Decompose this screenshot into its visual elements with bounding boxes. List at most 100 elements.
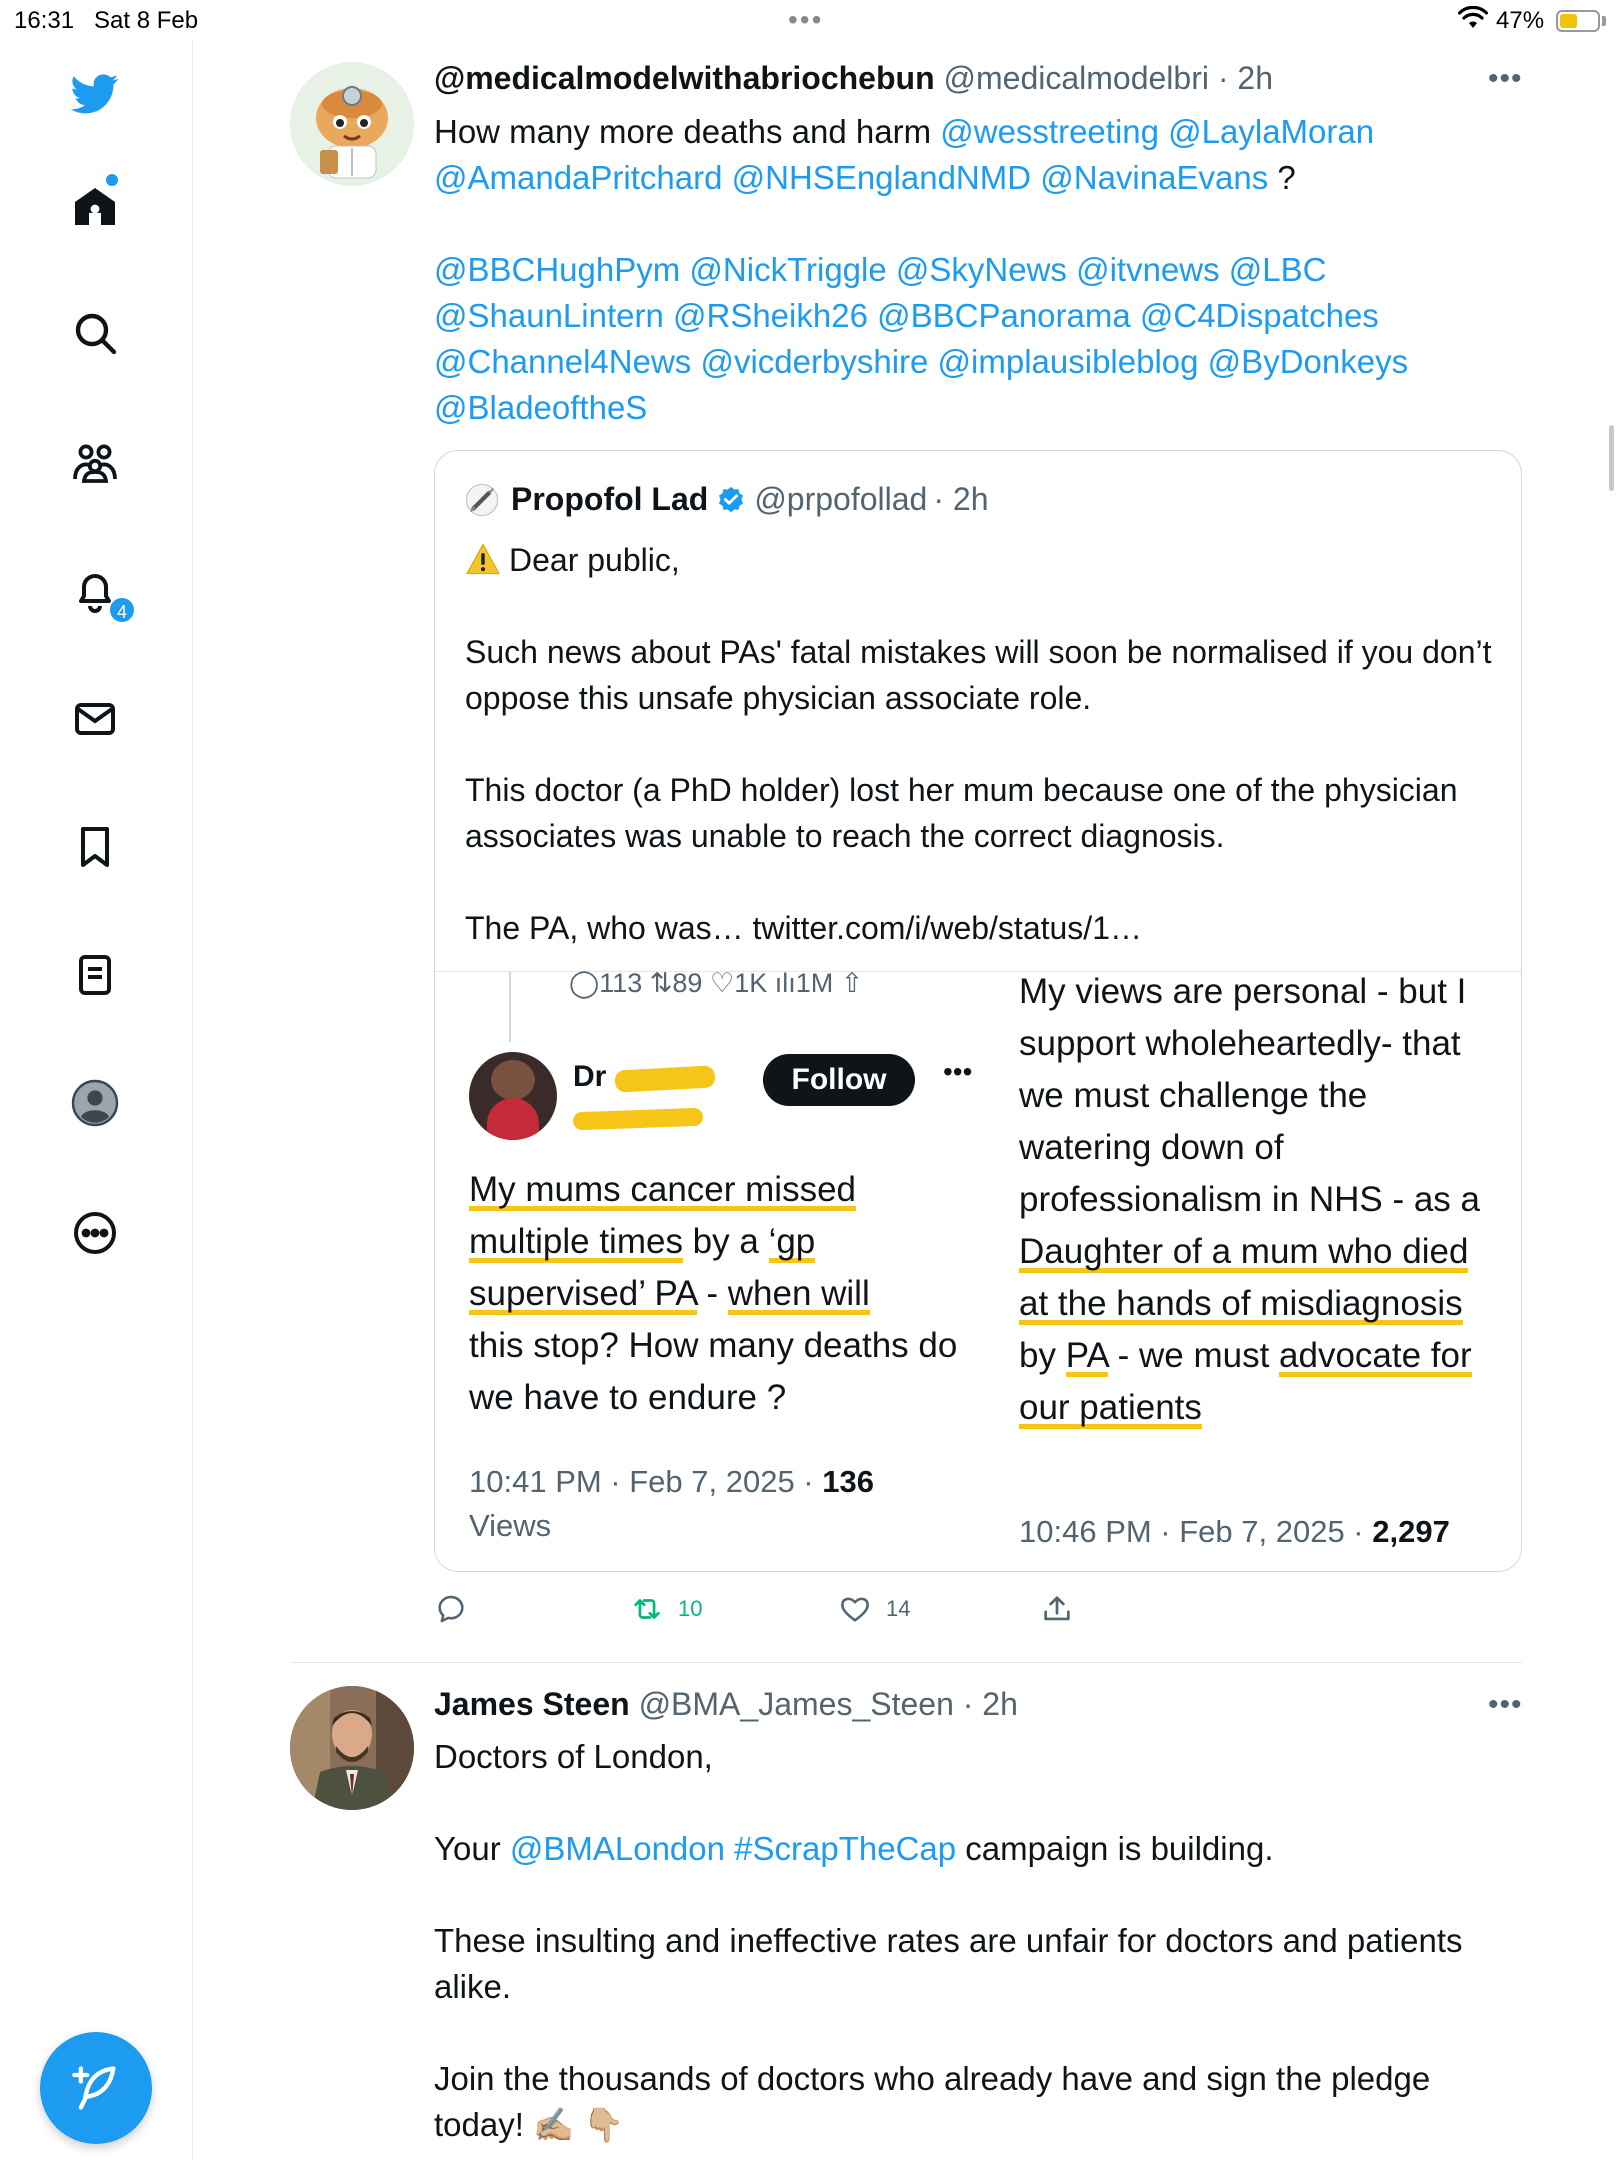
status-time: 16:31 bbox=[14, 7, 75, 34]
bookmark-icon[interactable] bbox=[68, 820, 122, 874]
hashtag-link[interactable]: #ScrapTheCap bbox=[734, 1830, 956, 1867]
status-date: Sat 8 Feb bbox=[94, 7, 199, 34]
quoted-tweet-time: · 2h bbox=[933, 481, 989, 517]
like-button[interactable]: 14 bbox=[838, 1592, 910, 1626]
quoted-author-name[interactable]: Propofol Lad bbox=[511, 481, 708, 518]
image-follow-button: Follow bbox=[763, 1054, 915, 1106]
profile-avatar-icon[interactable] bbox=[68, 1076, 122, 1130]
mention-link[interactable]: @wesstreeting bbox=[940, 113, 1159, 150]
image-right-meta: 10:46 PM · Feb 7, 2025 · 2,297 bbox=[1019, 1514, 1499, 1550]
image-text: My views are personal - but I support wh… bbox=[1019, 972, 1480, 1219]
mention-link[interactable]: @LaylaMoran bbox=[1168, 113, 1374, 150]
image-user-name: Dr bbox=[573, 1060, 607, 1093]
image-stats-row: ◯113 ⇅89 ♡1K ılı1M ⇧ bbox=[569, 968, 863, 999]
multitasking-dots-icon[interactable]: ••• bbox=[788, 4, 823, 36]
highlighted-text: PA bbox=[1065, 1336, 1108, 1377]
image-left-views: 136 bbox=[822, 1464, 874, 1499]
retweet-count: 10 bbox=[678, 1596, 703, 1621]
photo-avatar bbox=[290, 1686, 414, 1810]
home-unread-dot bbox=[106, 174, 118, 186]
sidebar: 4 bbox=[0, 40, 193, 2160]
highlighted-text: My mums cancer missed bbox=[469, 1170, 857, 1211]
mention-link[interactable]: @AmandaPritchard bbox=[434, 159, 722, 196]
communities-icon[interactable] bbox=[68, 436, 122, 490]
tweet-header: James Steen @BMA_James_Steen · 2h bbox=[434, 1686, 1018, 1723]
tweet-time: · 2h bbox=[1217, 60, 1273, 96]
home-icon[interactable] bbox=[68, 180, 122, 234]
lists-icon[interactable] bbox=[68, 948, 122, 1002]
quoted-tweet-image[interactable]: ◯113 ⇅89 ♡1K ılı1M ⇧ Dr Follow ••• My mu… bbox=[435, 968, 1521, 1571]
syringe-avatar-icon[interactable] bbox=[465, 483, 499, 517]
highlighted-text: multiple times bbox=[469, 1222, 683, 1263]
battery-icon bbox=[1556, 10, 1600, 32]
image-text: - we must bbox=[1107, 1336, 1280, 1375]
quoted-tweet-line: Dear public, bbox=[465, 537, 1495, 583]
quoted-tweet-text-truncated[interactable]: The PA, who was… twitter.com/i/web/statu… bbox=[465, 905, 1495, 951]
highlighted-text: ‘gp bbox=[768, 1222, 816, 1263]
image-left-timestamp: 10:41 PM · Feb 7, 2025 · bbox=[469, 1464, 823, 1499]
more-options-icon[interactable] bbox=[68, 1206, 122, 1260]
image-text: this stop? How many deaths do we have to… bbox=[469, 1326, 958, 1417]
tweet-text: These insulting and ineffective rates ar… bbox=[434, 1922, 1463, 2005]
tweet-text: How many more deaths and harm bbox=[434, 113, 941, 150]
tweet-more-icon[interactable]: ••• bbox=[1488, 62, 1523, 96]
search-icon[interactable] bbox=[68, 306, 122, 360]
compose-tweet-button[interactable] bbox=[40, 2032, 152, 2144]
image-user-avatar bbox=[469, 1052, 557, 1140]
author-name[interactable]: James Steen bbox=[434, 1686, 630, 1722]
image-text: by a bbox=[682, 1222, 769, 1261]
quoted-tweet-card[interactable]: Propofol Lad @prpofollad · 2h Dear publi… bbox=[434, 450, 1522, 1572]
highlighted-text: Daughter of a mum who died at the hands … bbox=[1019, 1232, 1469, 1325]
tweet-line: How many more deaths and harm @wesstreet… bbox=[434, 109, 1514, 155]
tweet-text: Join the thousands of doctors who alread… bbox=[434, 2060, 1431, 2143]
reply-button[interactable] bbox=[434, 1592, 482, 1626]
retweet-icon bbox=[634, 1599, 660, 1619]
image-text: by bbox=[1019, 1336, 1066, 1375]
share-button[interactable] bbox=[1040, 1592, 1074, 1626]
highlighted-text: supervised’ PA bbox=[469, 1274, 697, 1315]
like-count: 14 bbox=[886, 1596, 911, 1621]
tweet-text: Doctors of London, bbox=[434, 1738, 713, 1775]
image-views-label: Views bbox=[469, 1508, 552, 1543]
notification-count-badge: 4 bbox=[108, 596, 136, 624]
quoted-tweet-header: Propofol Lad @prpofollad · 2h bbox=[465, 481, 988, 518]
wifi-icon bbox=[1458, 6, 1488, 28]
mention-links-row[interactable]: @BBCHughPym @NickTriggle @SkyNews @itvne… bbox=[434, 247, 1514, 293]
user-avatar[interactable] bbox=[290, 62, 414, 186]
mention-links-row[interactable]: @BladeoftheS bbox=[434, 385, 1514, 431]
share-icon bbox=[1044, 1596, 1070, 1621]
battery-level bbox=[1560, 14, 1577, 28]
highlighted-text: when will bbox=[727, 1274, 870, 1315]
tweet-divider bbox=[290, 1662, 1522, 1663]
image-like-count: 1K bbox=[734, 968, 768, 998]
quoted-tweet-text: Dear public, bbox=[509, 542, 680, 578]
tweet-body: Doctors of London, Your @BMALondon #Scra… bbox=[434, 1734, 1514, 2148]
retweet-button[interactable]: 10 bbox=[630, 1592, 702, 1626]
cartoon-doctor-avatar bbox=[290, 62, 414, 186]
author-handle[interactable]: @medicalmodelbri bbox=[944, 60, 1209, 96]
image-reply-count: 113 bbox=[599, 968, 643, 998]
tweet-time: · 2h bbox=[962, 1686, 1018, 1722]
image-right-timestamp: 10:46 PM · Feb 7, 2025 · bbox=[1019, 1514, 1373, 1549]
redaction-scribble bbox=[614, 1065, 716, 1093]
image-right-panel: My views are personal - but I support wh… bbox=[1019, 972, 1499, 1571]
user-avatar[interactable] bbox=[290, 1686, 414, 1810]
messages-envelope-icon[interactable] bbox=[68, 692, 122, 746]
mention-link[interactable]: @BMALondon bbox=[510, 1830, 725, 1867]
author-handle[interactable]: @BMA_James_Steen bbox=[639, 1686, 954, 1722]
quoted-author-handle[interactable]: @prpofollad bbox=[754, 481, 927, 518]
feather-plus-icon bbox=[72, 2066, 116, 2110]
mention-links-row[interactable]: @ShaunLintern @RSheikh26 @BBCPanorama @C… bbox=[434, 293, 1514, 339]
tweet-text: campaign is building. bbox=[956, 1830, 1274, 1867]
scrollbar[interactable] bbox=[1609, 425, 1614, 491]
verified-badge-icon bbox=[719, 486, 744, 512]
author-name[interactable]: @medicalmodelwithabriochebun bbox=[434, 60, 935, 96]
tweet-text: Your bbox=[434, 1830, 510, 1867]
mention-links-row[interactable]: @Channel4News @vicderbyshire @implausibl… bbox=[434, 339, 1514, 385]
tweet-more-icon[interactable]: ••• bbox=[1488, 1688, 1523, 1722]
twitter-logo-icon[interactable] bbox=[68, 66, 122, 120]
mention-link[interactable]: @NavinaEvans bbox=[1040, 159, 1268, 196]
image-right-text: My views are personal - but I support wh… bbox=[1019, 966, 1489, 1434]
mention-link[interactable]: @NHSEnglandNMD bbox=[732, 159, 1031, 196]
tweet-text: ? bbox=[1268, 159, 1296, 196]
